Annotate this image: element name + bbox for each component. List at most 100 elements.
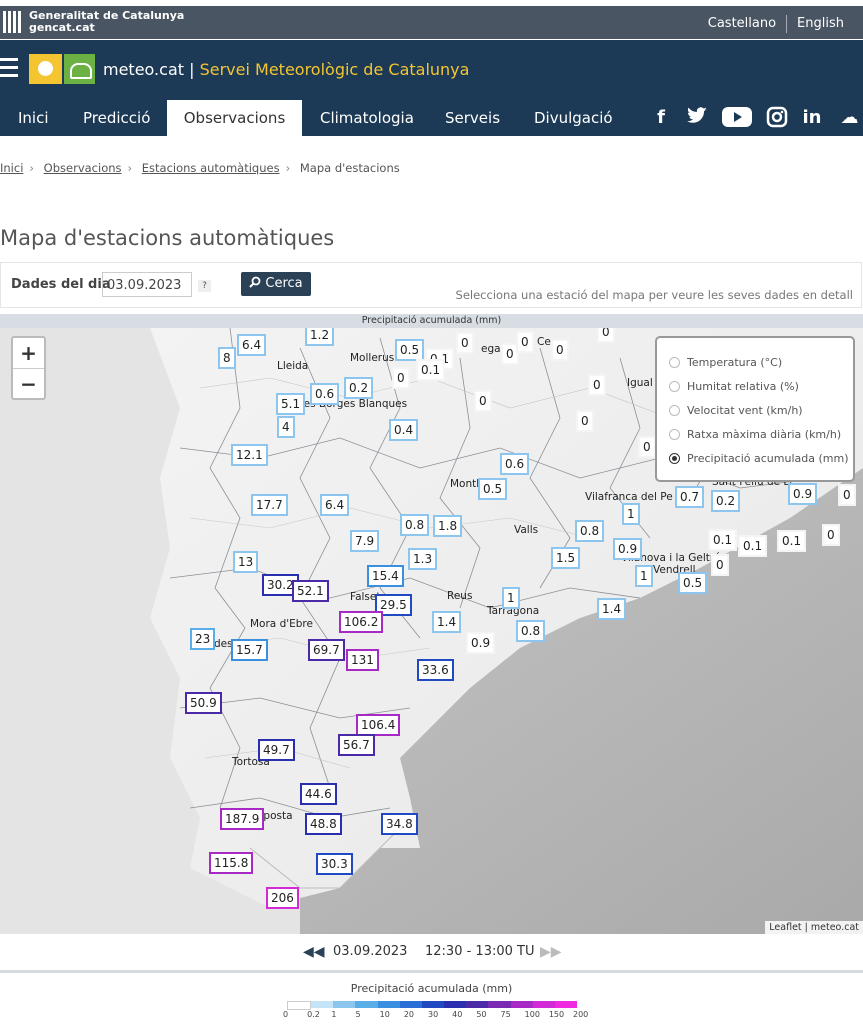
- sun-logo-icon[interactable]: [29, 54, 62, 84]
- station-marker[interactable]: 1: [502, 587, 520, 609]
- station-marker[interactable]: 1: [635, 565, 653, 587]
- station-marker[interactable]: 12.1: [231, 444, 268, 466]
- station-marker[interactable]: 0: [822, 524, 840, 546]
- layer-option-wind-gust[interactable]: Ratxa màxima diària (km/h): [669, 428, 841, 441]
- station-marker[interactable]: 13: [233, 551, 259, 573]
- station-marker[interactable]: 30.3: [316, 853, 353, 875]
- station-marker[interactable]: 6.4: [237, 334, 267, 356]
- soundcloud-icon[interactable]: ☁: [836, 106, 863, 130]
- gencat-logo-link[interactable]: Generalitat de Catalunya gencat.cat: [3, 10, 184, 34]
- station-marker[interactable]: 4: [277, 416, 295, 438]
- station-marker[interactable]: 0.5: [478, 478, 508, 500]
- station-marker[interactable]: 206: [266, 887, 299, 909]
- breadcrumb-observacions[interactable]: Observacions: [44, 161, 122, 175]
- station-marker[interactable]: 0.6: [500, 453, 530, 475]
- station-marker[interactable]: 1.4: [597, 598, 627, 620]
- station-marker[interactable]: 0.8: [400, 514, 430, 536]
- date-input[interactable]: 03.09.2023: [102, 272, 192, 297]
- station-marker[interactable]: 0.1: [738, 535, 768, 557]
- station-marker[interactable]: 0: [588, 374, 606, 396]
- layer-option-precipitation[interactable]: Precipitació acumulada (mm): [669, 452, 849, 465]
- station-marker[interactable]: 187.9: [220, 808, 265, 830]
- station-marker[interactable]: 0.6: [310, 383, 340, 405]
- zoom-out-button[interactable]: −: [13, 369, 44, 399]
- station-marker[interactable]: 1: [622, 503, 640, 525]
- station-marker[interactable]: 15.7: [231, 639, 268, 661]
- search-button[interactable]: Cerca: [241, 272, 311, 296]
- station-marker[interactable]: 0: [474, 390, 492, 412]
- station-marker[interactable]: 0.5: [678, 572, 708, 594]
- station-marker[interactable]: 0.9: [466, 632, 496, 654]
- station-marker[interactable]: 6.4: [320, 494, 350, 516]
- breadcrumb-inici[interactable]: Inici: [0, 161, 23, 175]
- station-marker[interactable]: 106.2: [339, 611, 384, 633]
- station-marker[interactable]: 5.1: [276, 393, 306, 415]
- help-icon[interactable]: ?: [198, 280, 211, 292]
- station-marker[interactable]: 1.5: [551, 547, 581, 569]
- station-marker[interactable]: 1.2: [305, 328, 335, 346]
- twitter-icon[interactable]: [686, 106, 708, 130]
- breadcrumb-estacions[interactable]: Estacions automàtiques: [142, 161, 280, 175]
- station-marker[interactable]: 0.1: [708, 529, 738, 551]
- station-marker[interactable]: 69.7: [308, 639, 345, 661]
- nav-prediccio[interactable]: Predicció: [83, 100, 150, 136]
- map-attribution[interactable]: Leaflet | meteo.cat: [765, 921, 863, 934]
- station-marker[interactable]: 1.3: [408, 548, 438, 570]
- station-marker[interactable]: 50.9: [185, 692, 222, 714]
- station-marker[interactable]: 0: [392, 367, 410, 389]
- station-marker[interactable]: 0: [597, 328, 615, 343]
- nav-serveis[interactable]: Serveis: [445, 100, 500, 136]
- station-marker[interactable]: 1.8: [433, 515, 463, 537]
- station-marker[interactable]: 0: [576, 410, 594, 432]
- station-marker[interactable]: 0.4: [389, 419, 419, 441]
- cloud-logo-icon[interactable]: [64, 54, 95, 84]
- station-marker[interactable]: 0.9: [788, 483, 818, 505]
- station-marker[interactable]: 131: [346, 649, 379, 671]
- next-time-button[interactable]: ▶▶: [540, 944, 562, 960]
- layer-option-humidity[interactable]: Humitat relativa (%): [669, 380, 799, 393]
- station-marker[interactable]: 44.6: [300, 783, 337, 805]
- layer-option-temperature[interactable]: Temperatura (°C): [669, 356, 782, 369]
- station-marker[interactable]: 0.1: [416, 359, 446, 381]
- station-marker[interactable]: 0: [711, 554, 729, 576]
- station-marker[interactable]: 0.7: [675, 486, 705, 508]
- instagram-icon[interactable]: [766, 106, 788, 130]
- station-marker[interactable]: 8: [218, 347, 236, 369]
- station-marker[interactable]: 49.7: [258, 739, 295, 761]
- station-marker[interactable]: 1.4: [432, 611, 462, 633]
- youtube-icon[interactable]: [722, 106, 752, 130]
- station-marker[interactable]: 23: [190, 628, 216, 650]
- station-marker[interactable]: 15.4: [367, 565, 404, 587]
- facebook-icon[interactable]: f: [652, 106, 670, 130]
- station-marker[interactable]: 0.8: [575, 520, 605, 542]
- station-marker[interactable]: 0.5: [395, 339, 425, 361]
- station-marker[interactable]: 0: [516, 331, 534, 353]
- nav-inici[interactable]: Inici: [18, 100, 49, 136]
- station-marker[interactable]: 0.1: [777, 530, 807, 552]
- station-marker[interactable]: 0: [838, 484, 856, 506]
- station-marker[interactable]: 48.8: [305, 813, 342, 835]
- linkedin-icon[interactable]: in: [800, 106, 824, 130]
- station-marker[interactable]: 34.8: [381, 813, 418, 835]
- station-marker[interactable]: 115.8: [209, 852, 254, 874]
- station-marker[interactable]: 0: [551, 339, 569, 361]
- station-marker[interactable]: 0.8: [516, 620, 546, 642]
- station-marker[interactable]: 17.7: [251, 494, 288, 516]
- menu-hamburger-icon[interactable]: [0, 58, 18, 78]
- nav-divulgacio[interactable]: Divulgació: [534, 100, 613, 136]
- previous-time-button[interactable]: ◀◀: [303, 944, 325, 960]
- station-marker[interactable]: 106.4: [356, 714, 401, 736]
- layer-option-wind-speed[interactable]: Velocitat vent (km/h): [669, 404, 803, 417]
- zoom-in-button[interactable]: +: [13, 338, 44, 369]
- station-marker[interactable]: 0.2: [344, 377, 374, 399]
- brand-title[interactable]: meteo.cat | Servei Meteorològic de Catal…: [103, 60, 469, 79]
- lang-castellano-link[interactable]: Castellano: [698, 16, 786, 33]
- lang-english-link[interactable]: English: [787, 16, 854, 33]
- nav-observacions[interactable]: Observacions: [167, 100, 302, 137]
- station-marker[interactable]: 0: [456, 332, 474, 354]
- station-marker[interactable]: 0: [638, 436, 656, 458]
- station-map[interactable]: + − Lleida Mollerus Les Borges Blanques …: [0, 328, 863, 934]
- station-marker[interactable]: 0.9: [613, 538, 643, 560]
- station-marker[interactable]: 56.7: [338, 734, 375, 756]
- station-marker[interactable]: 52.1: [292, 580, 329, 602]
